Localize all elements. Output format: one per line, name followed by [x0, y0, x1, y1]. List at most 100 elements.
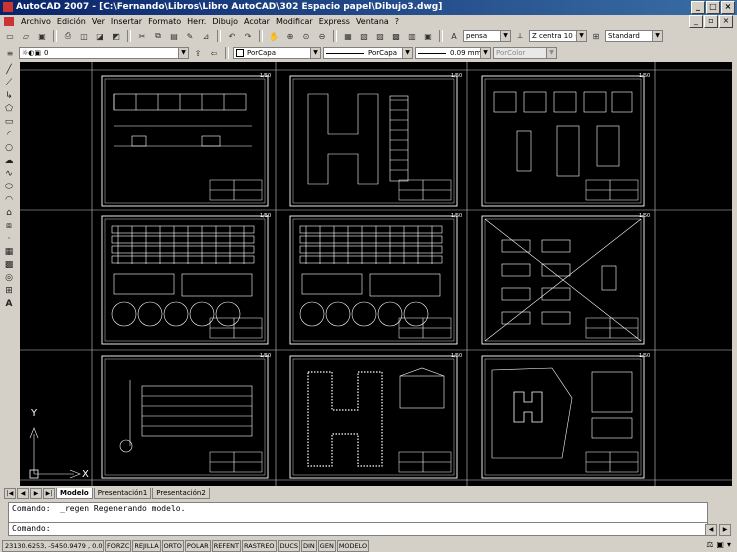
menu-archivo[interactable]: Archivo	[18, 17, 54, 26]
drawing-canvas[interactable]: 1/50 1/50 1/50 1/50 1/50 1/50 1/50 1/50 1/50 Y X	[20, 62, 732, 486]
next-tab-icon[interactable]: ▶	[30, 488, 42, 499]
menu-modificar[interactable]: Modificar	[273, 17, 316, 26]
menu-insertar[interactable]: Insertar	[108, 17, 145, 26]
toggle-rastreo[interactable]: RASTREO	[242, 539, 277, 552]
coordinate-readout[interactable]: 23130.6253, -5450.9479 , 0.0000	[2, 539, 104, 552]
color-combo[interactable]: PorCapa ▼	[233, 47, 321, 59]
communication-center-icon[interactable]: ▣	[716, 540, 724, 549]
maximize-button[interactable]: □	[706, 1, 720, 14]
chevron-down-icon[interactable]: ▼	[178, 48, 188, 58]
design-center-icon[interactable]: ▧	[357, 29, 371, 43]
chevron-down-icon[interactable]: ▼	[480, 48, 490, 58]
undo-icon[interactable]: ↶	[225, 29, 239, 43]
previous-tab-icon[interactable]: ◀	[17, 488, 29, 499]
table-icon[interactable]: ⊞	[3, 286, 16, 297]
print-icon[interactable]: ⎙	[61, 29, 75, 43]
new-icon[interactable]: ▭	[3, 29, 17, 43]
menu-edicion[interactable]: Edición	[54, 17, 89, 26]
calculator-icon[interactable]: ▣	[421, 29, 435, 43]
toggle-forzc[interactable]: FORZC	[105, 539, 132, 552]
polygon-icon[interactable]: ⬠	[3, 104, 16, 115]
document-icon[interactable]	[4, 16, 14, 26]
menu-dibujo[interactable]: Dibujo	[209, 17, 241, 26]
construction-line-icon[interactable]: ⟋	[3, 78, 16, 89]
ellipse-arc-icon[interactable]: ◠	[3, 195, 16, 206]
layer-manager-icon[interactable]: ≡	[3, 46, 17, 60]
layer-previous-icon[interactable]: ⇦	[207, 46, 221, 60]
close-button[interactable]: ×	[721, 1, 735, 14]
toggle-polar[interactable]: POLAR	[184, 539, 211, 552]
menu-help[interactable]: ?	[392, 17, 402, 26]
chevron-down-icon[interactable]: ▼	[402, 48, 412, 58]
circle-icon[interactable]: ○	[3, 143, 16, 154]
sheet-set-icon[interactable]: ▩	[389, 29, 403, 43]
make-current-layer-icon[interactable]: ⇪	[191, 46, 205, 60]
menu-acotar[interactable]: Acotar	[241, 17, 273, 26]
toggle-rejilla[interactable]: REJILLA	[132, 539, 161, 552]
region-icon[interactable]: ◎	[3, 273, 16, 284]
doc-restore-button[interactable]: ▫	[704, 15, 718, 28]
make-block-icon[interactable]: ⧈	[3, 221, 16, 232]
open-icon[interactable]: ▱	[19, 29, 33, 43]
gradient-icon[interactable]: ▩	[3, 260, 16, 271]
markup-icon[interactable]: ▥	[405, 29, 419, 43]
zoom-window-icon[interactable]: ⊙	[299, 29, 313, 43]
rectangle-icon[interactable]: ▭	[3, 117, 16, 128]
plot-icon[interactable]: ◩	[109, 29, 123, 43]
menu-herr[interactable]: Herr.	[184, 17, 209, 26]
toggle-refent[interactable]: REFENT	[211, 539, 242, 552]
tab-presentacion2[interactable]: Presentación2	[152, 488, 210, 499]
doc-close-button[interactable]: ×	[719, 15, 733, 28]
pan-icon[interactable]: ✋	[267, 29, 281, 43]
copy-icon[interactable]: ⧉	[151, 29, 165, 43]
zoom-realtime-icon[interactable]: ⊕	[283, 29, 297, 43]
last-tab-icon[interactable]: ▶|	[43, 488, 55, 499]
doc-minimize-button[interactable]: _	[689, 15, 703, 28]
multiline-text-icon[interactable]: A	[3, 299, 16, 310]
minimize-button[interactable]: _	[691, 1, 705, 14]
text-style-icon[interactable]: A	[447, 29, 461, 43]
save-icon[interactable]: ▣	[35, 29, 49, 43]
zoom-previous-icon[interactable]: ⊖	[315, 29, 329, 43]
table-style-icon[interactable]: ⊞	[589, 29, 603, 43]
chevron-down-icon[interactable]: ▼	[576, 31, 586, 41]
toggle-din[interactable]: DIN	[301, 539, 317, 552]
hatch-icon[interactable]: ▦	[3, 247, 16, 258]
insert-block-icon[interactable]: ⌂	[3, 208, 16, 219]
preview-icon[interactable]: ◫	[77, 29, 91, 43]
lineweight-combo[interactable]: 0.09 mm ▼	[415, 47, 491, 59]
block-editor-icon[interactable]: ⊿	[199, 29, 213, 43]
chevron-down-icon[interactable]: ▼	[500, 31, 510, 41]
dim-style-combo[interactable]: Standard ▼	[605, 30, 663, 42]
point-icon[interactable]: ·	[3, 234, 16, 245]
dim-style-icon[interactable]: ⟂	[513, 29, 527, 43]
linetype-combo[interactable]: PorCapa ▼	[323, 47, 413, 59]
status-menu-icon[interactable]: ▾	[727, 540, 731, 549]
publish-icon[interactable]: ◪	[93, 29, 107, 43]
menu-express[interactable]: Express	[316, 17, 353, 26]
tab-modelo[interactable]: Modelo	[56, 488, 93, 499]
layer-combo[interactable]: ☼◐▣ 0 ▼	[19, 47, 189, 59]
chevron-down-icon[interactable]: ▼	[546, 48, 556, 58]
style-combo[interactable]: pensa ▼	[463, 30, 511, 42]
properties-icon[interactable]: ▦	[341, 29, 355, 43]
chevron-down-icon[interactable]: ▼	[652, 31, 662, 41]
toggle-orto[interactable]: ORTO	[161, 539, 184, 552]
first-tab-icon[interactable]: |◀	[4, 488, 16, 499]
revision-cloud-icon[interactable]: ☁	[3, 156, 16, 167]
autocad-app-icon[interactable]	[3, 2, 13, 12]
toggle-gen[interactable]: GEN	[317, 539, 336, 552]
chevron-down-icon[interactable]: ▼	[310, 48, 320, 58]
cut-icon[interactable]: ✂	[135, 29, 149, 43]
text-style-combo[interactable]: Z centra 10 + ▼	[529, 30, 587, 42]
tab-presentacion1[interactable]: Presentación1	[93, 488, 152, 499]
annotation-scale-icon[interactable]: ⚖	[706, 540, 713, 549]
menu-ver[interactable]: Ver	[89, 17, 108, 26]
match-properties-icon[interactable]: ✎	[183, 29, 197, 43]
scroll-down-icon[interactable]: ▶	[719, 524, 731, 536]
redo-icon[interactable]: ↷	[241, 29, 255, 43]
scroll-up-icon[interactable]: ◀	[705, 524, 717, 536]
spline-icon[interactable]: ∿	[3, 169, 16, 180]
toggle-ducs[interactable]: DUCS	[277, 539, 300, 552]
ellipse-icon[interactable]: ⬭	[3, 182, 16, 193]
